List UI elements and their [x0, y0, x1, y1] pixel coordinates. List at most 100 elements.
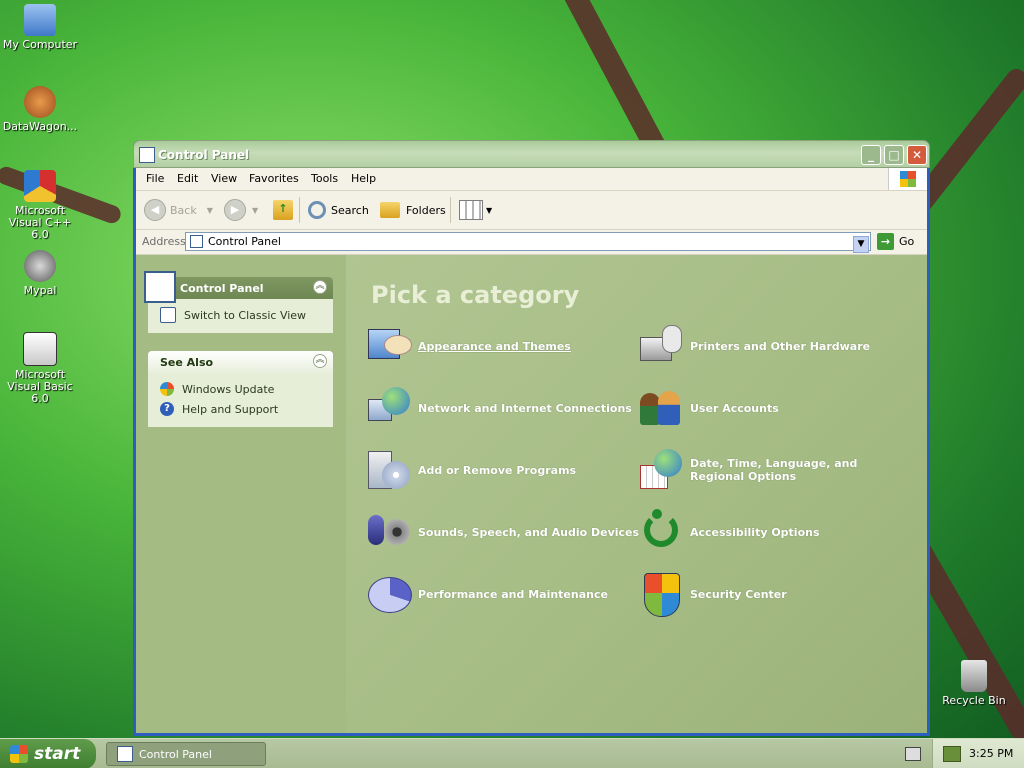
- my-computer-icon: [24, 4, 56, 36]
- taskbar: start Control Panel 3:25 PM: [0, 738, 1024, 768]
- views-button[interactable]: ▼: [459, 198, 492, 222]
- views-dropdown-icon: ▼: [486, 205, 493, 215]
- accessibility-icon: [638, 509, 684, 555]
- window-title: Control Panel: [158, 148, 250, 162]
- up-button[interactable]: ↑: [273, 198, 293, 222]
- appearance-themes-icon: [366, 323, 412, 369]
- recycle-bin-icon: [961, 660, 987, 692]
- toolbar-separator: [450, 197, 451, 223]
- address-dropdown-button[interactable]: ▼: [853, 236, 869, 253]
- search-button[interactable]: Search: [308, 198, 369, 222]
- back-label: Back: [170, 203, 197, 217]
- close-button[interactable]: ✕: [907, 145, 927, 165]
- add-remove-programs-icon: [366, 447, 412, 493]
- menu-bar: File Edit View Favorites Tools Help: [136, 168, 927, 191]
- control-panel-window: Control Panel _ □ ✕ File Edit View Favor…: [133, 140, 930, 736]
- back-arrow-icon: ◀: [144, 199, 166, 221]
- switch-classic-view-link[interactable]: Switch to Classic View: [160, 305, 323, 325]
- category-appearance-themes[interactable]: Appearance and Themes: [366, 323, 571, 369]
- clock[interactable]: 3:25 PM: [969, 747, 1013, 760]
- menu-tools[interactable]: Tools: [311, 172, 338, 185]
- menu-view[interactable]: View: [211, 172, 237, 185]
- folders-button[interactable]: Folders: [380, 198, 446, 222]
- network-tray-icon[interactable]: [943, 746, 961, 762]
- category-user-accounts[interactable]: User Accounts: [638, 385, 779, 431]
- task-label: Help and Support: [182, 402, 279, 416]
- menu-help[interactable]: Help: [351, 172, 376, 185]
- control-panel-taskbox-header[interactable]: Control Panel ︽: [144, 271, 333, 303]
- start-button[interactable]: start: [0, 739, 96, 768]
- printers-hardware-icon: [638, 323, 684, 369]
- desktop-icon-label: DataWagon...: [2, 120, 78, 133]
- windows-flag-icon: [10, 745, 28, 763]
- taskbox-title: Control Panel: [180, 282, 264, 295]
- desktop-icon-label: Recycle Bin: [942, 694, 1006, 707]
- mypal-icon: [24, 250, 56, 282]
- desktop-icon-label: My Computer: [2, 38, 78, 51]
- desktop-icon-mypal[interactable]: Mypal: [0, 250, 80, 297]
- category-sounds-speech-audio[interactable]: Sounds, Speech, and Audio Devices: [366, 509, 639, 555]
- datawagon-icon: [24, 86, 56, 118]
- category-label: Appearance and Themes: [418, 339, 571, 353]
- address-input[interactable]: Control Panel ▼: [185, 232, 871, 253]
- toolbar-separator: [299, 197, 300, 223]
- folders-icon: [380, 202, 400, 218]
- category-security-center[interactable]: Security Center: [638, 571, 787, 617]
- taskbox-title: See Also: [160, 356, 214, 369]
- control-panel-taskbox: Control Panel ︽ Switch to Classic View: [144, 271, 333, 333]
- menu-edit[interactable]: Edit: [177, 172, 198, 185]
- category-add-remove-programs[interactable]: Add or Remove Programs: [366, 447, 576, 493]
- help-icon: ?: [160, 402, 174, 416]
- category-label: Performance and Maintenance: [418, 587, 608, 601]
- menu-favorites[interactable]: Favorites: [249, 172, 299, 185]
- see-also-header[interactable]: See Also ︽: [148, 351, 333, 373]
- control-panel-logo-icon: [144, 271, 176, 303]
- network-internet-icon: [366, 385, 412, 431]
- category-performance-maintenance[interactable]: Performance and Maintenance: [366, 571, 608, 617]
- category-accessibility[interactable]: Accessibility Options: [638, 509, 820, 555]
- category-date-time-language[interactable]: Date, Time, Language, and Regional Optio…: [638, 447, 900, 493]
- category-label: Add or Remove Programs: [418, 463, 577, 477]
- taskbar-button-control-panel[interactable]: Control Panel: [106, 742, 266, 766]
- category-network-internet[interactable]: Network and Internet Connections: [366, 385, 632, 431]
- folders-label: Folders: [406, 203, 446, 217]
- category-label: Security Center: [690, 587, 787, 601]
- windows-update-icon: [160, 382, 174, 396]
- category-label: User Accounts: [690, 401, 779, 415]
- collapse-chevron-icon[interactable]: ︽: [313, 280, 327, 294]
- user-accounts-icon: [638, 385, 684, 431]
- classic-view-icon: [160, 307, 176, 323]
- views-grid-icon: [459, 200, 483, 220]
- forward-button[interactable]: ▶ ▼: [224, 198, 258, 222]
- maximize-button[interactable]: □: [884, 145, 904, 165]
- collapse-chevron-icon[interactable]: ︽: [313, 354, 327, 368]
- visual-cpp-icon: [24, 170, 56, 202]
- desktop-icon-recycle-bin[interactable]: Recycle Bin: [934, 660, 1014, 707]
- up-folder-icon: ↑: [273, 200, 293, 220]
- desktop-icon-visual-basic[interactable]: Microsoft Visual Basic 6.0: [0, 332, 80, 405]
- help-support-link[interactable]: ? Help and Support: [160, 399, 323, 419]
- desktop-icon-my-computer[interactable]: My Computer: [0, 4, 80, 51]
- visual-basic-icon: [23, 332, 57, 366]
- content-area: Control Panel ︽ Switch to Classic View S…: [136, 255, 927, 733]
- search-label: Search: [331, 203, 369, 217]
- forward-dropdown-icon: ▼: [252, 205, 259, 215]
- menu-file[interactable]: File: [146, 172, 164, 185]
- performance-maintenance-icon: [366, 571, 412, 617]
- category-label: Printers and Other Hardware: [690, 339, 871, 353]
- windows-update-link[interactable]: Windows Update: [160, 379, 323, 399]
- keyboard-icon[interactable]: [905, 747, 921, 761]
- control-panel-icon: [117, 746, 133, 762]
- go-label: Go: [899, 235, 915, 248]
- minimize-button[interactable]: _: [861, 145, 881, 165]
- desktop-icon-visual-cpp[interactable]: Microsoft Visual C++ 6.0: [0, 170, 80, 241]
- title-bar[interactable]: Control Panel _ □ ✕: [133, 140, 930, 168]
- go-button[interactable]: → Go: [877, 233, 914, 250]
- toolbar: ◀ Back ▼ ▶ ▼ ↑ Search Folders ▼: [136, 191, 927, 230]
- task-label: Switch to Classic View: [184, 308, 307, 322]
- control-panel-icon: [139, 147, 155, 163]
- back-button[interactable]: ◀ Back ▼: [144, 198, 213, 222]
- desktop-icon-datawagon[interactable]: DataWagon...: [0, 86, 80, 133]
- desktop-icon-label: Microsoft Visual C++ 6.0: [8, 204, 72, 241]
- category-printers-hardware[interactable]: Printers and Other Hardware: [638, 323, 870, 369]
